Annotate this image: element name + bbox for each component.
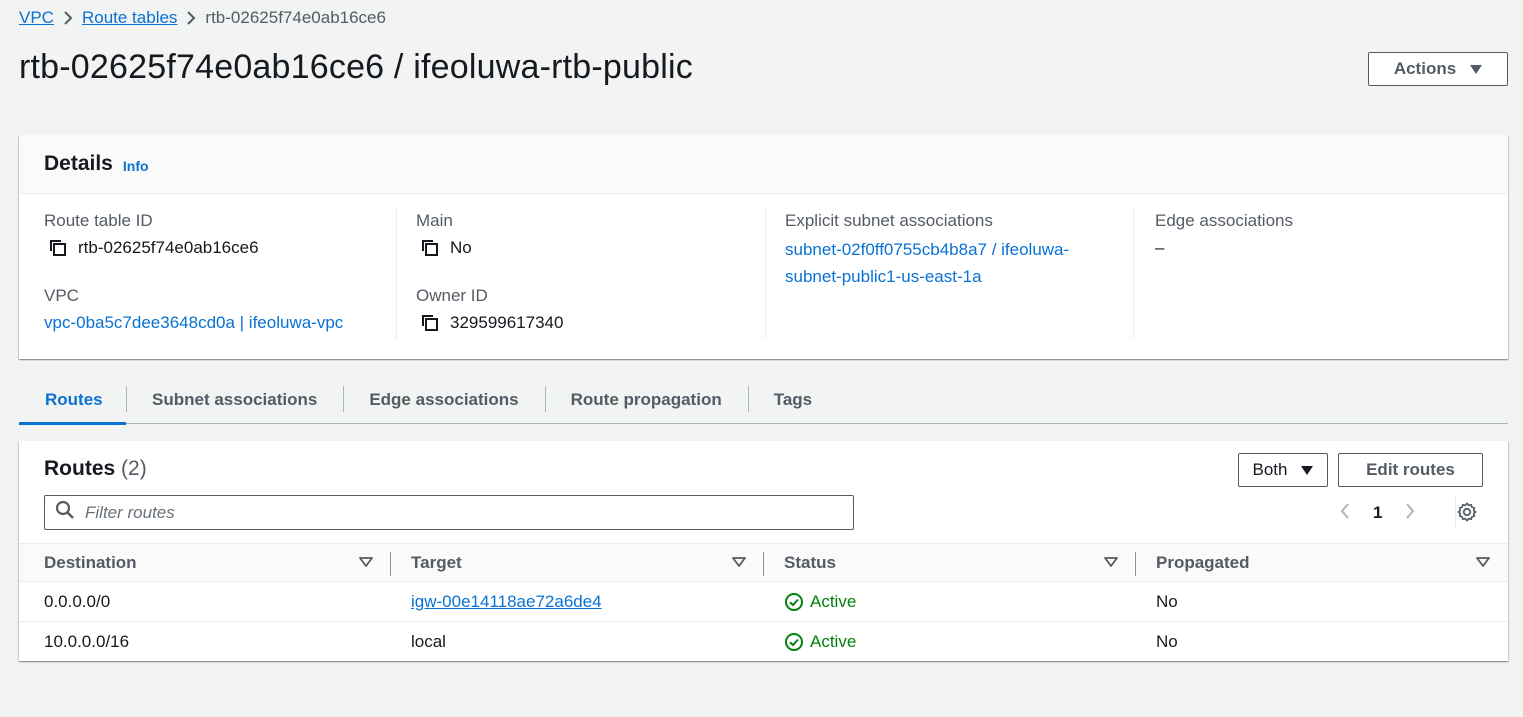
target-link[interactable]: igw-00e14118ae72a6de4 [411, 592, 602, 612]
routes-count: (2) [121, 457, 147, 480]
breadcrumb-current: rtb-02625f74e0ab16ce6 [205, 8, 386, 27]
column-status[interactable]: Status [784, 544, 1124, 581]
chevron-left-icon[interactable] [1339, 502, 1351, 525]
routes-table-header: Destination Target Status Propagated [19, 543, 1508, 582]
details-panel: Details Info Route table ID rtb-02625f74… [19, 135, 1508, 359]
column-target-label: Target [411, 552, 462, 572]
propagated-cell: No [1156, 591, 1178, 611]
status-cell: Active [784, 622, 856, 661]
main-label: Main [416, 211, 453, 230]
tab-tags[interactable]: Tags [747, 377, 838, 423]
routes-heading: Routes (2) [44, 457, 147, 481]
sort-icon [1104, 557, 1118, 567]
tab-list: Routes Subnet associations Edge associat… [19, 377, 1508, 425]
propagated-cell: No [1156, 631, 1178, 651]
edge-associations-label: Edge associations [1155, 211, 1293, 230]
route-table-id-text: rtb-02625f74e0ab16ce6 [78, 238, 259, 257]
status-text: Active [810, 631, 857, 651]
owner-id-text: 329599617340 [450, 313, 564, 332]
copy-icon[interactable] [420, 238, 440, 258]
sort-icon [732, 557, 746, 567]
actions-button-label: Actions [1393, 59, 1457, 78]
search-icon [55, 500, 75, 525]
details-column-2: Main No Owner ID 329599617340 [396, 209, 766, 339]
column-propagated[interactable]: Propagated [1156, 544, 1496, 581]
target-cell: local [411, 631, 446, 651]
status-cell: Active [784, 582, 856, 621]
vpc-value: vpc-0ba5c7dee3648cd0a | ifeoluwa-vpc [44, 308, 392, 338]
check-circle-icon [785, 592, 803, 611]
status-text: Active [810, 591, 857, 611]
table-row: 0.0.0.0/0 igw-00e14118ae72a6de4 Active N… [19, 582, 1508, 622]
owner-id-value: 329599617340 [416, 308, 766, 338]
copy-icon[interactable] [48, 238, 68, 258]
destination-cell: 10.0.0.0/16 [44, 631, 130, 651]
sort-icon [1476, 557, 1490, 567]
chevron-right-icon[interactable] [1404, 502, 1416, 525]
route-filter-select-value: Both [1252, 460, 1288, 479]
column-propagated-label: Propagated [1156, 552, 1250, 572]
vpc-label: VPC [44, 286, 79, 305]
chevron-right-icon [177, 11, 205, 25]
explicit-subnet-link[interactable]: subnet-02f0ff0755cb4b8a7 / ifeoluwa-subn… [785, 236, 1115, 290]
column-status-label: Status [784, 552, 836, 572]
edit-routes-button[interactable]: Edit routes [1338, 453, 1483, 487]
breadcrumb-route-tables-link[interactable]: Route tables [82, 8, 177, 28]
page: VPC Route tables rtb-02625f74e0ab16ce6 r… [0, 0, 1523, 717]
routes-title: Routes [44, 457, 116, 480]
explicit-subnet-label: Explicit subnet associations [785, 211, 993, 230]
check-circle-icon [785, 632, 803, 651]
details-column-4: Edge associations – [1133, 209, 1493, 339]
sort-icon [359, 557, 373, 567]
caret-down-icon [1470, 64, 1483, 74]
table-row: 10.0.0.0/16 local Active No [19, 622, 1508, 662]
pagination: 1 [1339, 501, 1416, 525]
owner-id-label: Owner ID [416, 286, 488, 305]
page-number[interactable]: 1 [1373, 503, 1382, 523]
copy-icon[interactable] [420, 313, 440, 333]
tab-route-propagation[interactable]: Route propagation [544, 377, 748, 423]
chevron-right-icon [54, 11, 82, 25]
column-destination-label: Destination [44, 552, 137, 572]
details-heading: Details [44, 152, 113, 175]
route-filter-select[interactable]: Both [1238, 453, 1328, 487]
routes-panel: Routes (2) Both Edit routes 1 [19, 441, 1508, 661]
route-table-id-label: Route table ID [44, 211, 153, 230]
column-destination[interactable]: Destination [44, 544, 384, 581]
breadcrumb-vpc-link[interactable]: VPC [19, 8, 54, 28]
column-target[interactable]: Target [411, 544, 751, 581]
caret-down-icon [1301, 465, 1314, 475]
main-value: No [416, 233, 766, 263]
main-text: No [450, 238, 472, 257]
filter-routes-input[interactable] [85, 502, 845, 523]
tab-edge-associations[interactable]: Edge associations [343, 377, 544, 423]
vpc-link[interactable]: vpc-0ba5c7dee3648cd0a | ifeoluwa-vpc [44, 313, 343, 333]
tab-routes[interactable]: Routes [19, 377, 126, 425]
destination-cell: 0.0.0.0/0 [44, 591, 111, 611]
details-column-1: Route table ID rtb-02625f74e0ab16ce6 VPC… [44, 209, 392, 338]
actions-button[interactable]: Actions [1368, 52, 1508, 86]
gear-icon[interactable] [1456, 501, 1478, 523]
route-table-id-value: rtb-02625f74e0ab16ce6 [44, 233, 392, 263]
breadcrumb: VPC Route tables rtb-02625f74e0ab16ce6 [19, 6, 386, 30]
tab-subnet-associations[interactable]: Subnet associations [126, 377, 343, 423]
details-column-3: Explicit subnet associations subnet-02f0… [765, 209, 1135, 339]
details-header: Details Info [19, 135, 1508, 194]
page-title: rtb-02625f74e0ab16ce6 / ifeoluwa-rtb-pub… [19, 48, 693, 86]
filter-routes-field[interactable] [44, 495, 854, 530]
edge-associations-value: – [1155, 238, 1165, 257]
info-link[interactable]: Info [123, 158, 149, 174]
